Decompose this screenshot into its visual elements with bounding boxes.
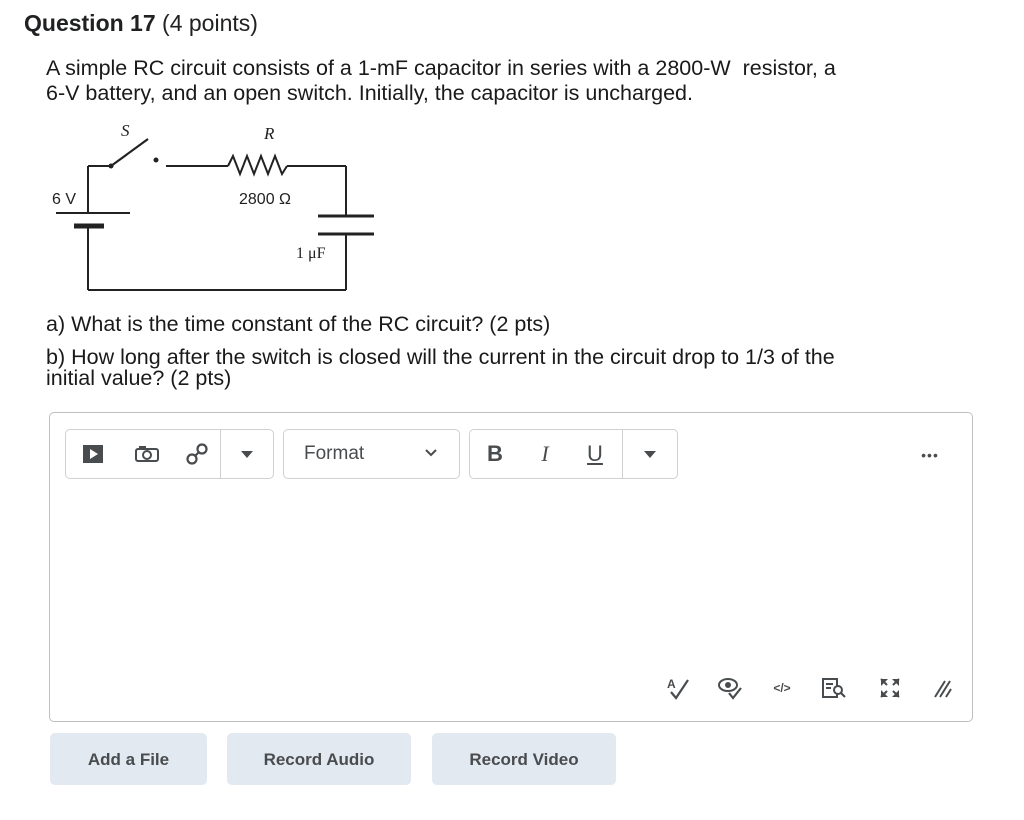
battery-label: 6 V [52,191,76,208]
italic-button[interactable]: I [522,430,568,478]
resistance-value: 2800 Ω [239,191,291,208]
code-icon: </> [773,681,791,695]
rc-circuit-diagram: S R 6 V 2800 Ω 1 μF [52,121,374,291]
spellcheck-icon: A [667,677,689,700]
insert-stuff-icon [135,446,159,462]
toolbar-separator [622,430,623,478]
spellcheck-button[interactable]: A [662,675,694,701]
svg-text:A: A [667,677,676,691]
switch-label: S [121,121,130,140]
part-b-text-line-2: initial value? (2 pts) [46,366,232,390]
capacitance-value: 1 μF [296,245,326,262]
accessibility-check-button[interactable] [714,675,746,701]
question-title: Question 17 (4 points) [24,10,258,37]
answer-editor[interactable]: Format B I U ••• A </> [49,412,973,722]
caret-down-icon [241,451,253,458]
switch-blade [110,138,149,167]
fullscreen-button[interactable] [874,675,906,701]
format-select-label: Format [304,443,365,464]
underline-button[interactable]: U [572,430,618,478]
question-text-line-1: A simple RC circuit consists of a 1-mF c… [46,56,836,80]
switch-contact [153,157,159,163]
preview-button[interactable] [818,675,850,701]
text-style-toolbar-group: B I U [469,429,678,479]
more-actions-button[interactable]: ••• [908,431,952,479]
question-points: (4 points) [162,10,258,36]
record-video-button[interactable]: Record Video [432,733,616,785]
toolbar-separator [220,430,221,478]
format-select[interactable]: Format [283,429,460,479]
text-style-more-dropdown[interactable] [624,430,676,478]
part-a-text: a) What is the time constant of the RC c… [46,312,551,336]
insert-media-button[interactable] [68,430,118,478]
source-code-button[interactable]: </> [766,675,798,701]
question-text: A simple RC circuit consists of a 1-mF c… [46,56,986,106]
preview-icon [822,678,846,698]
link-icon [186,443,208,465]
question-text-line-2: 6-V battery, and an open switch. Initial… [46,81,693,105]
resize-handle[interactable] [926,675,958,701]
record-audio-button[interactable]: Record Audio [227,733,411,785]
play-media-icon [83,445,103,463]
insert-stuff-button[interactable] [122,430,172,478]
insert-more-dropdown[interactable] [222,430,272,478]
bold-button[interactable]: B [472,430,518,478]
add-file-button[interactable]: Add a File [50,733,207,785]
resistor-label: R [263,124,275,143]
resistor-symbol [227,153,288,177]
chevron-down-icon [425,449,437,457]
caret-down-icon [644,451,656,458]
question-number: Question 17 [24,10,156,36]
resize-icon [934,680,952,698]
insert-toolbar-group [65,429,274,479]
insert-link-button[interactable] [172,430,222,478]
fullscreen-icon [880,678,900,698]
accessibility-check-icon [718,678,742,700]
part-b-text-line-1: b) How long after the switch is closed w… [46,345,835,369]
